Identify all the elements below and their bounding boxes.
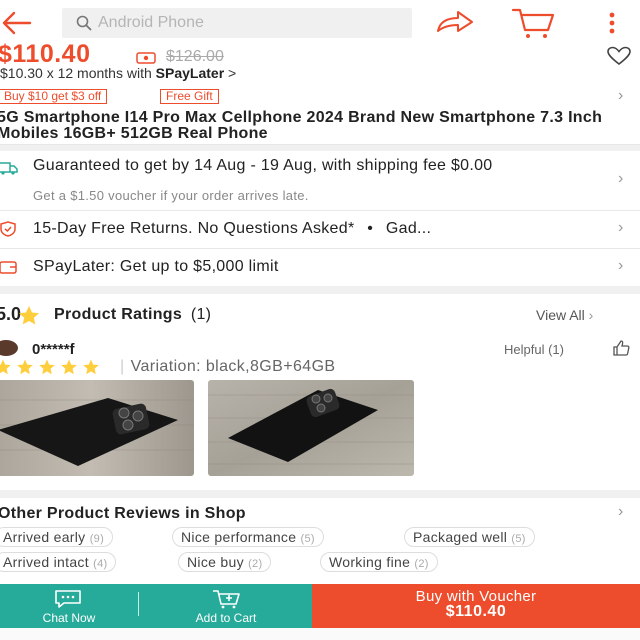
review-tag-label: Working fine: [329, 554, 411, 570]
add-cart-icon: [213, 590, 240, 609]
review-tag-label: Arrived early: [3, 529, 86, 545]
review-stars: [0, 359, 100, 377]
star-icon: [19, 306, 39, 325]
shipping-subtitle: Get a $1.50 voucher if your order arrive…: [33, 188, 309, 203]
ratings-count: (1): [190, 306, 212, 323]
review-tag[interactable]: Nice performance (5): [172, 527, 324, 547]
spaylater-brand: SPayLater: [155, 65, 225, 81]
chevron-right-icon: ›: [618, 87, 624, 104]
variation-value: Variation: black,8GB+64GB: [130, 358, 336, 375]
other-reviews-title: Other Product Reviews in Shop: [0, 505, 246, 522]
review-photo[interactable]: [208, 380, 414, 476]
search-placeholder: Android Phone: [98, 14, 204, 31]
chat-now-label: Chat Now: [42, 611, 96, 625]
divider: [138, 592, 139, 616]
buy-price: $110.40: [445, 603, 507, 620]
returns-extra: Gad...: [385, 220, 432, 237]
review-tag[interactable]: Packaged well (5): [404, 527, 535, 547]
review-tag-count: (4): [93, 558, 108, 570]
section-gap: [0, 145, 640, 151]
helpful-count[interactable]: Helpful (1): [504, 342, 564, 357]
free-gift-tag[interactable]: Free Gift: [160, 89, 219, 104]
star-icon: [17, 359, 33, 375]
review-photo[interactable]: [0, 380, 194, 476]
section-gap: [0, 490, 640, 498]
system-nav-bar: [0, 628, 640, 640]
phone-photo-image: [208, 380, 414, 476]
chevron-right-icon: ›: [618, 170, 624, 187]
star-icon: [61, 359, 77, 375]
shield-icon: [0, 221, 16, 237]
cart-icon[interactable]: [510, 6, 556, 40]
review-tag[interactable]: Working fine (2): [320, 552, 438, 572]
variation-text: | Variation: black,8GB+64GB: [120, 358, 336, 375]
voucher-row[interactable]: Buy $10 get $3 off Free Gift ›: [0, 87, 640, 105]
returns-label: 15-Day Free Returns. No Questions Asked*: [33, 220, 355, 237]
review-tag[interactable]: Arrived early (9): [0, 527, 114, 547]
star-icon: [39, 359, 55, 375]
star-icon: [0, 359, 11, 375]
view-all-label: View All: [536, 307, 585, 323]
price-row: $110.40 $126.00: [0, 40, 640, 68]
search-input[interactable]: Android Phone: [62, 8, 412, 38]
truck-icon: [0, 162, 18, 175]
star-icon: [83, 359, 99, 375]
bullet-separator: •: [367, 220, 374, 237]
top-bar: Android Phone: [0, 0, 640, 46]
original-price: $126.00: [166, 48, 224, 65]
view-all-link[interactable]: View All ›: [536, 307, 593, 323]
review-tag[interactable]: Arrived intact (4): [0, 552, 117, 572]
chat-bubble-icon: [55, 590, 81, 608]
installment-text: $10.30 x 12 months with: [0, 65, 156, 81]
add-to-cart-button[interactable]: Add to Cart: [140, 584, 312, 628]
shipping-title: Guaranteed to get by 14 Aug - 19 Aug, wi…: [33, 157, 493, 174]
share-icon[interactable]: [434, 9, 476, 37]
review-tag[interactable]: Nice buy (2): [178, 552, 272, 572]
review-tag-label: Nice buy: [187, 554, 244, 570]
buy-with-voucher-button[interactable]: Buy with Voucher $110.40: [312, 584, 640, 628]
product-title: 5G Smartphone I14 Pro Max Cellphone 2024…: [0, 109, 603, 142]
wallet-icon: [0, 261, 17, 274]
phone-photo-image: [0, 380, 194, 476]
review-tag-count: (2): [248, 558, 263, 570]
returns-text: 15-Day Free Returns. No Questions Asked*…: [33, 220, 431, 238]
bottom-action-bar: Chat Now Add to Cart Buy with Voucher $1…: [0, 584, 640, 628]
review-tag-label: Arrived intact: [3, 554, 89, 570]
review-tag-label: Packaged well: [413, 529, 508, 545]
spaylater-limit-text: SPayLater: Get up to $5,000 limit: [33, 258, 279, 275]
divider: [0, 248, 640, 249]
review-tag-count: (5): [300, 533, 315, 545]
back-arrow-icon[interactable]: [0, 8, 34, 38]
more-options-icon[interactable]: [604, 10, 620, 36]
search-icon: [76, 15, 92, 31]
review-tag-count: (5): [511, 533, 526, 545]
review-tag-count: (2): [414, 558, 429, 570]
ratings-title: Product Ratings (1): [54, 306, 211, 324]
ratings-title-text: Product Ratings: [54, 306, 183, 323]
chevron-right-icon: ›: [618, 503, 624, 520]
reviewer-name: 0*****f: [32, 341, 75, 358]
chevron-right-icon: ›: [618, 257, 624, 274]
review-tag-label: Nice performance: [181, 529, 297, 545]
thumbs-up-icon[interactable]: [612, 340, 630, 356]
chevron-right-icon: ›: [618, 219, 624, 236]
chevron-right-text: >: [224, 65, 237, 81]
voucher-tag[interactable]: Buy $10 get $3 off: [0, 89, 108, 104]
avatar: [0, 340, 18, 356]
coin-badge-icon: [136, 52, 156, 64]
add-to-cart-label: Add to Cart: [195, 611, 257, 625]
like-heart-icon[interactable]: [606, 46, 632, 66]
spaylater-installment[interactable]: $10.30 x 12 months with SPayLater >: [0, 65, 236, 81]
divider: [0, 210, 640, 211]
secondary-actions: Chat Now Add to Cart: [0, 584, 312, 628]
chat-now-button[interactable]: Chat Now: [0, 584, 138, 628]
review-tag-count: (9): [89, 533, 105, 545]
section-gap: [0, 286, 640, 294]
